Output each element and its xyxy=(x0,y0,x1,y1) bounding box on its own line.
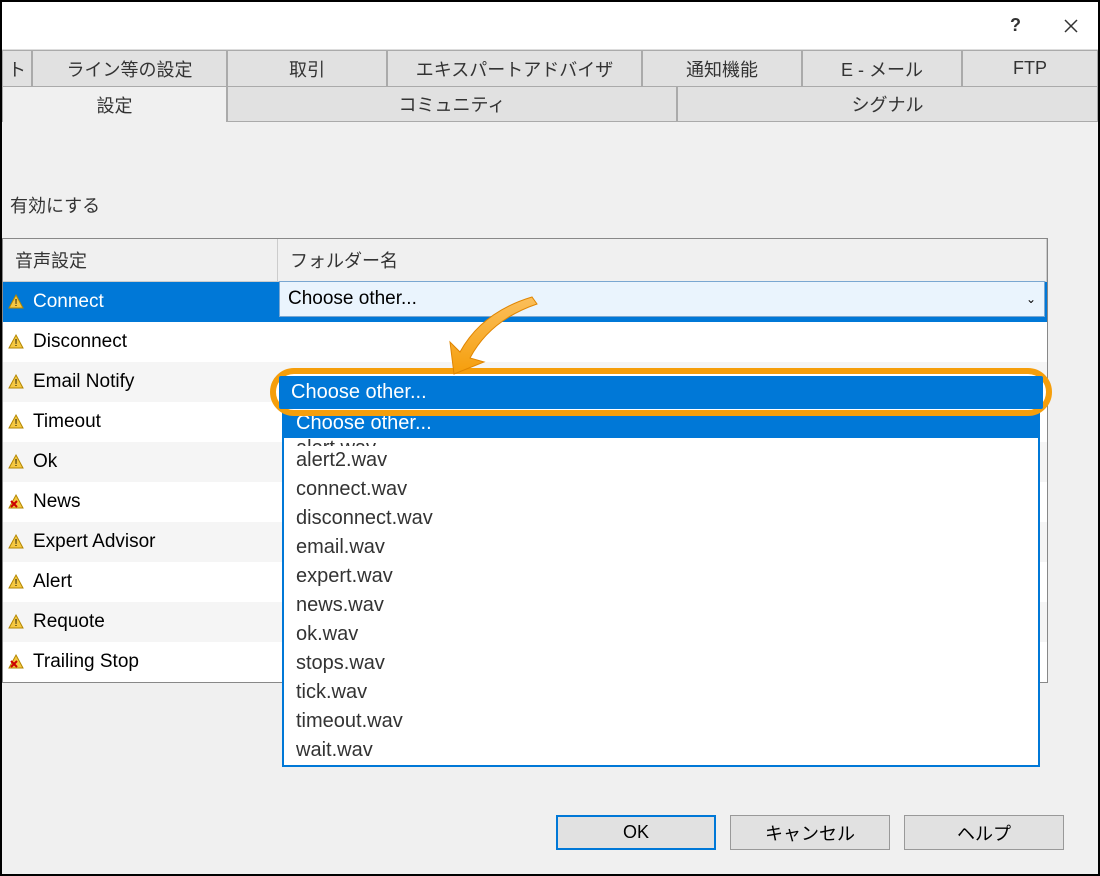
title-bar: ? xyxy=(2,2,1098,50)
tabs-row-2: 設定 コミュニティ シグナル xyxy=(2,86,1098,122)
tab-expert-advisor[interactable]: エキスパートアドバイザ xyxy=(387,50,642,86)
tab-email[interactable]: E - メール xyxy=(802,50,962,86)
folder-dropdown-field[interactable]: Choose other... ⌄ xyxy=(279,281,1045,317)
row-label: News xyxy=(33,491,81,513)
close-icon xyxy=(1064,19,1078,33)
svg-text:!: ! xyxy=(15,338,18,349)
enable-label: 有効にする xyxy=(2,142,1098,238)
warning-x-icon xyxy=(7,493,25,511)
row-label: Disconnect xyxy=(33,331,127,353)
dropdown-item[interactable]: alert2.wav xyxy=(284,446,1038,475)
row-label: Timeout xyxy=(33,411,101,433)
header-folder[interactable]: フォルダー名 xyxy=(278,239,1047,281)
dropdown-item[interactable]: news.wav xyxy=(284,591,1038,620)
dropdown-item[interactable]: alert.wav xyxy=(284,438,1038,446)
warning-icon: ! xyxy=(7,373,25,391)
dropdown-value: Choose other... xyxy=(288,288,417,310)
dropdown-item[interactable]: connect.wav xyxy=(284,475,1038,504)
warning-icon: ! xyxy=(7,293,25,311)
chevron-down-icon: ⌄ xyxy=(1026,292,1036,306)
dropdown-item[interactable]: ok.wav xyxy=(284,620,1038,649)
svg-text:!: ! xyxy=(15,618,18,629)
dropdown-item[interactable]: wait.wav xyxy=(284,736,1038,765)
dropdown-item[interactable]: tick.wav xyxy=(284,678,1038,707)
annotation-highlight: Choose other... xyxy=(270,368,1052,416)
dropdown-item[interactable]: stops.wav xyxy=(284,649,1038,678)
dropdown-item[interactable]: timeout.wav xyxy=(284,707,1038,736)
row-label: Ok xyxy=(33,451,57,473)
warning-icon: ! xyxy=(7,573,25,591)
ok-button[interactable]: OK xyxy=(556,815,716,850)
annotation-arrow-icon xyxy=(432,292,552,382)
dropdown-list[interactable]: Choose other... alert.wav alert2.wav con… xyxy=(282,407,1040,767)
tabs-row-1: ト ライン等の設定 取引 エキスパートアドバイザ 通知機能 E - メール FT… xyxy=(2,50,1098,86)
tab-ftp[interactable]: FTP xyxy=(962,50,1098,86)
tab-trading[interactable]: 取引 xyxy=(227,50,387,86)
help-button[interactable]: ヘルプ xyxy=(904,815,1064,850)
tab-line-settings[interactable]: ライン等の設定 xyxy=(32,50,227,86)
svg-text:!: ! xyxy=(15,378,18,389)
row-label: Expert Advisor xyxy=(33,531,156,553)
help-button[interactable]: ? xyxy=(988,2,1043,50)
dropdown-item[interactable]: expert.wav xyxy=(284,562,1038,591)
warning-icon: ! xyxy=(7,413,25,431)
header-sound[interactable]: 音声設定 xyxy=(3,239,278,281)
svg-text:!: ! xyxy=(15,458,18,469)
svg-text:!: ! xyxy=(15,538,18,549)
dropdown-item[interactable]: email.wav xyxy=(284,533,1038,562)
warning-icon: ! xyxy=(7,533,25,551)
tab-settings-active[interactable]: 設定 xyxy=(2,86,227,122)
tab-community[interactable]: コミュニティ xyxy=(227,86,677,122)
dropdown-item[interactable]: disconnect.wav xyxy=(284,504,1038,533)
warning-icon: ! xyxy=(7,613,25,631)
tab-notifications[interactable]: 通知機能 xyxy=(642,50,802,86)
table-header: 音声設定 フォルダー名 xyxy=(3,239,1047,282)
button-bar: OK キャンセル ヘルプ xyxy=(556,815,1064,850)
row-label: Alert xyxy=(33,571,72,593)
close-button[interactable] xyxy=(1043,2,1098,50)
row-label: Trailing Stop xyxy=(33,651,139,673)
tab-partial[interactable]: ト xyxy=(2,50,32,86)
warning-icon: ! xyxy=(7,453,25,471)
row-label: Email Notify xyxy=(33,371,134,393)
tab-signal[interactable]: シグナル xyxy=(677,86,1098,122)
annotation-label: Choose other... xyxy=(279,376,1043,409)
svg-text:!: ! xyxy=(15,578,18,589)
row-label: Connect xyxy=(33,291,104,313)
svg-text:!: ! xyxy=(15,298,18,309)
warning-icon: ! xyxy=(7,333,25,351)
tab-container: ト ライン等の設定 取引 エキスパートアドバイザ 通知機能 E - メール FT… xyxy=(2,50,1098,122)
warning-x-icon xyxy=(7,653,25,671)
svg-text:!: ! xyxy=(15,418,18,429)
cancel-button[interactable]: キャンセル xyxy=(730,815,890,850)
row-label: Requote xyxy=(33,611,105,633)
options-dialog: ? ト ライン等の設定 取引 エキスパートアドバイザ 通知機能 E - メール … xyxy=(0,0,1100,876)
